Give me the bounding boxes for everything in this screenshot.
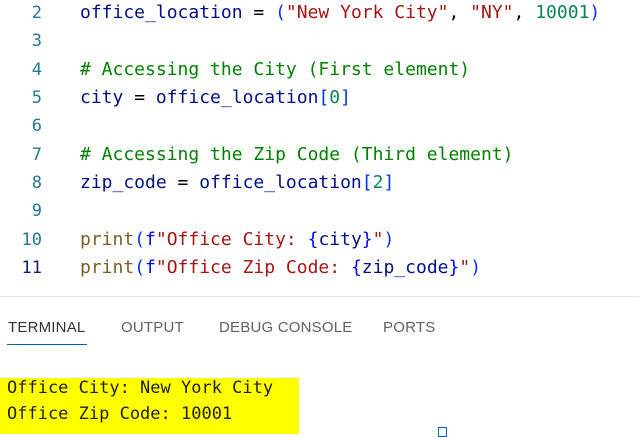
tab-debug-console[interactable]: DEBUG CONSOLE <box>219 319 352 336</box>
code-line: 2 office_location = ("New York City", "N… <box>0 0 639 27</box>
code-token-operator: = <box>166 172 200 193</box>
code-editor[interactable]: 2 office_location = ("New York City", "N… <box>0 0 639 296</box>
code-token-fstring-prefix: f <box>145 257 156 278</box>
code-token-bracket: ) <box>470 257 482 278</box>
code-token-fstring-prefix: f <box>145 229 156 250</box>
code-token-function: print <box>80 257 135 278</box>
code-line: 9 <box>0 197 639 225</box>
code-line: 5 city = office_location[0] <box>0 84 639 112</box>
code-token-string: "Office Zip Code: <box>155 257 351 278</box>
code-token-bracket: ( <box>275 2 286 23</box>
line-number: 8 <box>31 173 42 193</box>
code-token-string: "Office City: <box>155 229 308 250</box>
line-number: 6 <box>31 116 42 136</box>
code-line: 4 # Accessing the City (First element) <box>0 56 639 84</box>
code-token-variable: city <box>318 229 362 250</box>
code-token-string: "New York City" <box>285 2 449 23</box>
line-number: 3 <box>31 31 42 51</box>
code-token-brace: { <box>307 229 319 250</box>
code-line: 8 zip_code = office_location[2] <box>0 169 639 197</box>
code-token-string: " <box>372 229 384 250</box>
code-token-variable: office_location <box>199 172 362 193</box>
code-token-bracket: ( <box>134 257 146 278</box>
code-text: city = office_location[0] <box>80 84 351 112</box>
code-token-string: " <box>459 257 471 278</box>
terminal-cursor <box>438 427 447 437</box>
tab-ports[interactable]: PORTS <box>383 319 435 336</box>
terminal-line: Office Zip Code: 10001 <box>7 404 233 424</box>
code-token-operator: = <box>242 2 276 23</box>
code-token-comma: , <box>513 2 536 23</box>
code-line: 7 # Accessing the Zip Code (Third elemen… <box>0 141 639 169</box>
code-token-variable: city <box>80 87 124 108</box>
tab-terminal[interactable]: TERMINAL <box>8 319 85 336</box>
code-token-bracket: [ <box>318 87 330 108</box>
code-token-brace: { <box>350 257 362 278</box>
code-token-bracket: ] <box>383 172 395 193</box>
code-line: 10 print(f"Office City: {city}") <box>0 226 639 254</box>
code-line: 6 <box>0 112 639 140</box>
active-tab-indicator <box>7 344 87 345</box>
line-number: 9 <box>31 201 42 221</box>
terminal-output-highlight: Office City: New York City Office Zip Co… <box>0 378 299 434</box>
code-comment: # Accessing the Zip Code (Third element) <box>80 144 514 165</box>
code-text: print(f"Office City: {city}") <box>80 226 394 254</box>
code-token-variable: office_location <box>80 2 243 23</box>
code-text: office_location = ("New York City", "NY"… <box>80 0 600 27</box>
code-token-brace: } <box>448 257 460 278</box>
line-number-active: 11 <box>21 258 42 278</box>
tab-output[interactable]: OUTPUT <box>121 319 184 336</box>
code-token-variable: zip_code <box>361 257 449 278</box>
code-token-string: "NY" <box>470 2 514 23</box>
line-number: 10 <box>21 230 42 250</box>
code-token-comma: , <box>448 2 471 23</box>
terminal-line: Office City: New York City <box>7 378 274 398</box>
line-number: 5 <box>31 88 42 108</box>
code-token-bracket: ] <box>340 87 351 108</box>
code-comment: # Accessing the City (First element) <box>80 59 471 80</box>
code-token-number: 0 <box>329 87 341 108</box>
code-token-bracket: ( <box>134 229 146 250</box>
code-text: zip_code = office_location[2] <box>80 169 394 197</box>
code-line: 3 <box>0 27 639 55</box>
line-number: 4 <box>31 60 42 80</box>
code-token-variable: zip_code <box>80 172 167 193</box>
code-token-bracket: [ <box>361 172 373 193</box>
code-token-number: 10001 <box>535 2 590 23</box>
code-text: print(f"Office Zip Code: {zip_code}") <box>80 254 481 282</box>
code-token-bracket: ) <box>383 229 395 250</box>
line-number: 2 <box>31 3 42 23</box>
line-number: 7 <box>31 145 42 165</box>
code-token-variable: office_location <box>155 87 319 108</box>
code-line: 11 print(f"Office Zip Code: {zip_code}") <box>0 254 639 282</box>
code-token-function: print <box>80 229 135 250</box>
code-token-number: 2 <box>372 172 384 193</box>
code-token-bracket: ) <box>589 2 601 23</box>
code-token-operator: = <box>123 87 156 108</box>
code-token-brace: } <box>361 229 373 250</box>
